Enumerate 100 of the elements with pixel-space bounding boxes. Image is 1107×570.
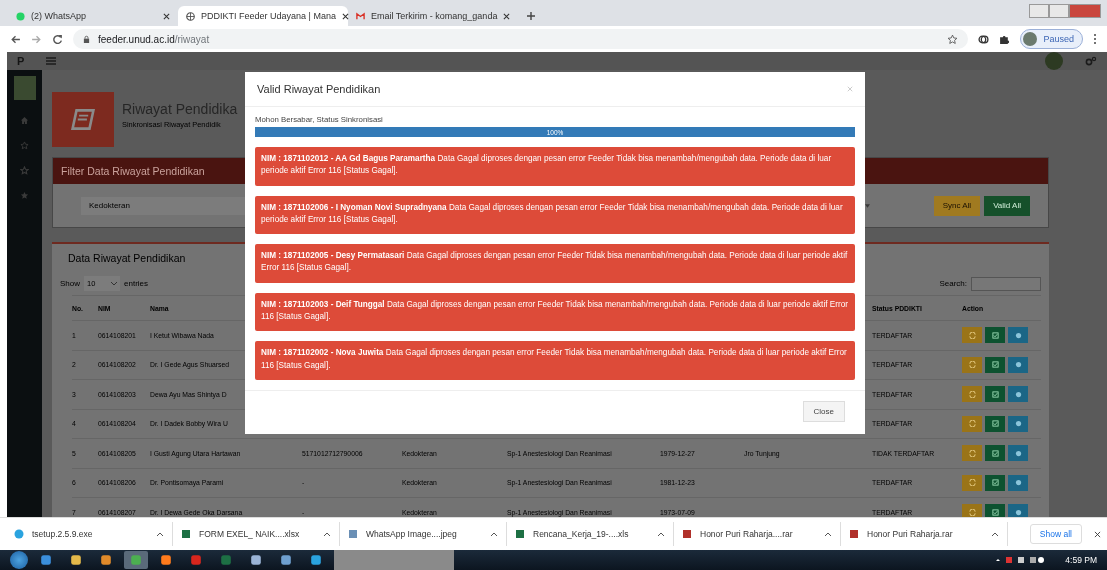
- window-controls[interactable]: [1029, 4, 1101, 18]
- info-button[interactable]: [1008, 356, 1028, 373]
- close-icon[interactable]: [503, 12, 511, 20]
- download-item[interactable]: Rencana_Kerja_19-....xls: [515, 522, 674, 546]
- close-icon[interactable]: [163, 12, 170, 20]
- close-icon[interactable]: [341, 12, 349, 20]
- sync-button[interactable]: [962, 327, 982, 344]
- puzzle-icon[interactable]: [999, 33, 1011, 45]
- photo-placeholder: [13, 76, 36, 100]
- refresh-icon: [968, 331, 976, 339]
- clock[interactable]: 4:59 PM: [1055, 555, 1107, 565]
- download-item[interactable]: Honor Puri Raharja.rar: [849, 522, 1008, 546]
- close-button[interactable]: Close: [802, 400, 845, 422]
- refresh-icon: [968, 420, 976, 428]
- tab-title: (2) WhatsApp: [31, 11, 88, 21]
- info-icon: [1014, 479, 1022, 487]
- start-button[interactable]: [10, 551, 28, 569]
- settings-icon[interactable]: [1085, 56, 1097, 66]
- menu-icon[interactable]: [1093, 33, 1097, 45]
- entries-label: entries: [124, 279, 149, 288]
- error-alert: NIM : 1871102003 - Deif Tunggal Data Gagal diproses dengan pesan error Feeder Tidak bisa menambah/mengubah data. Periode data di luar periode aktif Error 116 [Status Gagal].: [255, 292, 855, 332]
- back-icon[interactable]: [10, 33, 21, 45]
- browser-tab[interactable]: PDDIKTI Feeder Udayana | Mana: [178, 6, 348, 26]
- sync-button[interactable]: [962, 445, 982, 462]
- refresh-icon: [968, 390, 976, 398]
- star-icon[interactable]: [20, 141, 29, 150]
- error-alert: NIM : 1871102002 - Nova Juwita Data Gagal diproses dengan pesan error Feeder Tidak bisa menambah/mengubah data. Periode data di luar periode aktif Error 116 [Status Gagal].: [255, 341, 855, 380]
- sync-button[interactable]: [962, 504, 982, 517]
- checkbox-icon: [991, 361, 999, 369]
- download-item[interactable]: FORM EXEL_ NAIK....xlsx: [181, 522, 340, 546]
- check-button[interactable]: [985, 504, 1005, 517]
- caret-icon: [111, 281, 117, 286]
- info-button[interactable]: [1008, 445, 1028, 462]
- show-label: Show: [60, 279, 80, 288]
- new-tab-icon[interactable]: [526, 11, 536, 21]
- chevron-icon[interactable]: [657, 531, 665, 537]
- check-button[interactable]: [985, 356, 1005, 373]
- refresh-icon: [968, 508, 976, 516]
- check-button[interactable]: [985, 415, 1005, 432]
- archive-icon: [849, 529, 859, 539]
- info-icon: [1014, 449, 1022, 457]
- info-button[interactable]: [1008, 504, 1028, 517]
- profile-button[interactable]: Paused: [1020, 29, 1083, 49]
- download-item[interactable]: Honor Puri Raharja....rar: [682, 522, 841, 546]
- search-label: Search:: [939, 279, 967, 288]
- checkbox-icon: [991, 449, 999, 457]
- refresh-icon: [968, 361, 976, 369]
- chevron-icon[interactable]: [991, 531, 999, 537]
- check-button[interactable]: [985, 474, 1005, 491]
- info-icon: [1014, 331, 1022, 339]
- info-button[interactable]: [1008, 474, 1028, 491]
- browser-tab[interactable]: (2) WhatsApp: [8, 6, 178, 26]
- modal-title: Valid Riwayat Pendidikan: [257, 83, 381, 95]
- chevron-icon[interactable]: [490, 531, 498, 537]
- info-icon: [1014, 420, 1022, 428]
- info-button[interactable]: [1008, 327, 1028, 344]
- checkbox-icon: [991, 390, 999, 398]
- lock-icon: [83, 34, 90, 44]
- info-button[interactable]: [1008, 415, 1028, 432]
- star-icon[interactable]: [20, 166, 29, 175]
- close-icon[interactable]: [1094, 530, 1101, 538]
- caret-icon[interactable]: [864, 203, 870, 208]
- checkbox-icon: [991, 479, 999, 487]
- star-icon[interactable]: [20, 191, 29, 200]
- book-icon: [70, 109, 96, 130]
- error-alert: NIM : 1871102006 - I Nyoman Novi Supradnyana Data Gagal diproses dengan pesan error Feeder Tidak bisa menambah/mengubah data. Periode data di luar periode aktif Error 116 [Status Gagal].: [255, 195, 855, 235]
- sync-button[interactable]: [962, 386, 982, 403]
- forward-icon[interactable]: [31, 33, 42, 45]
- search-field[interactable]: [971, 276, 1041, 291]
- sync-button[interactable]: [962, 356, 982, 373]
- info-icon: [1014, 361, 1022, 369]
- spreadsheet-icon: [515, 529, 525, 539]
- download-item[interactable]: tsetup.2.5.9.exe: [14, 522, 173, 546]
- menu-icon[interactable]: [46, 57, 57, 65]
- check-button[interactable]: [985, 386, 1005, 403]
- address-field[interactable]: feeder.unud.ac.id/riwayat: [73, 29, 969, 49]
- sync-button[interactable]: [962, 415, 982, 432]
- sync-button[interactable]: [962, 474, 982, 491]
- extension-icon[interactable]: [978, 33, 990, 45]
- show-all-button[interactable]: Show all: [1029, 524, 1082, 544]
- reload-icon[interactable]: [52, 33, 63, 45]
- file-icon: [14, 529, 24, 539]
- browser-tab[interactable]: Email Terkirim - komang_ganda: [348, 6, 518, 26]
- sync-all-button[interactable]: Sync All: [933, 195, 981, 216]
- valid-all-button[interactable]: Valid All: [984, 195, 1030, 216]
- mail-icon: [356, 11, 365, 21]
- check-button[interactable]: [985, 327, 1005, 344]
- tab-title: PDDIKTI Feeder Udayana | Mana: [201, 11, 336, 21]
- check-button[interactable]: [985, 445, 1005, 462]
- checkbox-icon: [991, 331, 999, 339]
- bookmark-star-icon[interactable]: [947, 33, 959, 45]
- url-text: feeder.unud.ac.id/riwayat: [98, 33, 210, 45]
- info-icon: [1014, 390, 1022, 398]
- home-icon[interactable]: [20, 116, 29, 125]
- refresh-icon: [968, 479, 976, 487]
- info-button[interactable]: [1008, 386, 1028, 403]
- chevron-icon[interactable]: [156, 531, 164, 537]
- chevron-icon[interactable]: [323, 531, 331, 537]
- download-item[interactable]: WhatsApp Image....jpeg: [348, 522, 507, 546]
- chevron-icon[interactable]: [824, 531, 832, 537]
